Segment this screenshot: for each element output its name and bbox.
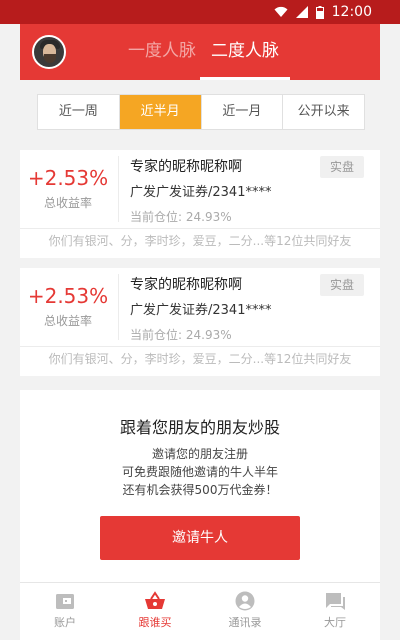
wifi-icon — [274, 6, 288, 17]
period-filter: 近一周 近半月 近一月 公开以来 — [37, 94, 365, 130]
return-block: +2.53% 总收益率 — [20, 166, 116, 211]
filter-bar: 近一周 近半月 近一月 公开以来 — [20, 80, 380, 144]
nav-label: 账户 — [54, 616, 76, 629]
broker-account: 广发广发证券/2341**** — [130, 185, 272, 200]
divider — [20, 228, 380, 229]
bottom-nav: 账户 跟谁买 通讯录 大厅 — [20, 582, 380, 640]
filter-option-week[interactable]: 近一周 — [38, 95, 120, 129]
nav-item-follow-buy[interactable]: 跟谁买 — [110, 583, 200, 640]
return-label: 总收益率 — [43, 314, 92, 328]
basket-icon — [145, 591, 165, 609]
filter-option-month[interactable]: 近一月 — [202, 95, 284, 129]
tab-first-degree[interactable]: 一度人脉 — [120, 24, 204, 80]
nav-item-account[interactable]: 账户 — [20, 583, 110, 640]
real-trade-badge: 实盘 — [320, 274, 364, 296]
status-bar: 12:00 — [0, 0, 400, 24]
invite-line: 还有机会获得500万代金券！ — [122, 483, 278, 497]
invite-button[interactable]: 邀请牛人 — [100, 516, 300, 560]
position-text: 当前仓位: 24.93% — [130, 210, 232, 224]
wallet-icon — [56, 594, 74, 609]
expert-card[interactable]: +2.53% 总收益率 专家的昵称昵称啊 广发广发证券/2341**** 当前仓… — [20, 150, 380, 258]
return-value: +2.53% — [27, 166, 109, 190]
tab-second-degree[interactable]: 二度人脉 — [200, 24, 290, 80]
filter-option-half-month[interactable]: 近半月 — [119, 95, 202, 129]
divider — [118, 156, 119, 222]
return-block: +2.53% 总收益率 — [20, 284, 116, 329]
invite-section: 跟着您朋友的朋友炒股 邀请您的朋友注册 可免费跟随他邀请的牛人半年 还有机会获得… — [20, 390, 380, 582]
invite-line: 可免费跟随他邀请的牛人半年 — [121, 465, 278, 479]
expert-name: 专家的昵称昵称啊 — [130, 277, 242, 293]
app-bar: 一度人脉 二度人脉 — [20, 24, 380, 80]
nav-label: 通讯录 — [228, 616, 262, 629]
signal-icon — [295, 6, 308, 18]
invite-line: 邀请您的朋友注册 — [151, 447, 248, 461]
contacts-icon — [235, 591, 255, 611]
nav-item-contacts[interactable]: 通讯录 — [200, 583, 290, 640]
invite-description: 邀请您的朋友注册 可免费跟随他邀请的牛人半年 还有机会获得500万代金券！ — [20, 445, 380, 499]
avatar[interactable] — [32, 35, 66, 69]
divider — [118, 274, 119, 340]
nav-label: 跟谁买 — [138, 616, 172, 629]
battery-icon — [315, 5, 324, 19]
broker-account: 广发广发证券/2341**** — [130, 303, 272, 318]
expert-name: 专家的昵称昵称啊 — [130, 159, 242, 175]
nav-label: 大厅 — [324, 616, 346, 629]
real-trade-badge: 实盘 — [320, 156, 364, 178]
return-value: +2.53% — [27, 284, 109, 308]
position-text: 当前仓位: 24.93% — [130, 328, 232, 342]
nav-item-hall[interactable]: 大厅 — [290, 583, 380, 640]
return-label: 总收益率 — [43, 196, 92, 210]
status-time: 12:00 — [331, 4, 372, 20]
divider — [20, 346, 380, 347]
expert-card[interactable]: +2.53% 总收益率 专家的昵称昵称啊 广发广发证券/2341**** 当前仓… — [20, 268, 380, 376]
mutual-friends-text: 你们有银河、分，李时珍，爱豆，二分...等12位共同好友 — [48, 352, 352, 366]
filter-option-since-public[interactable]: 公开以来 — [283, 95, 364, 129]
chat-icon — [326, 593, 345, 610]
invite-title: 跟着您朋友的朋友炒股 — [119, 418, 280, 437]
mutual-friends-text: 你们有银河、分，李时珍，爱豆，二分...等12位共同好友 — [48, 234, 352, 248]
